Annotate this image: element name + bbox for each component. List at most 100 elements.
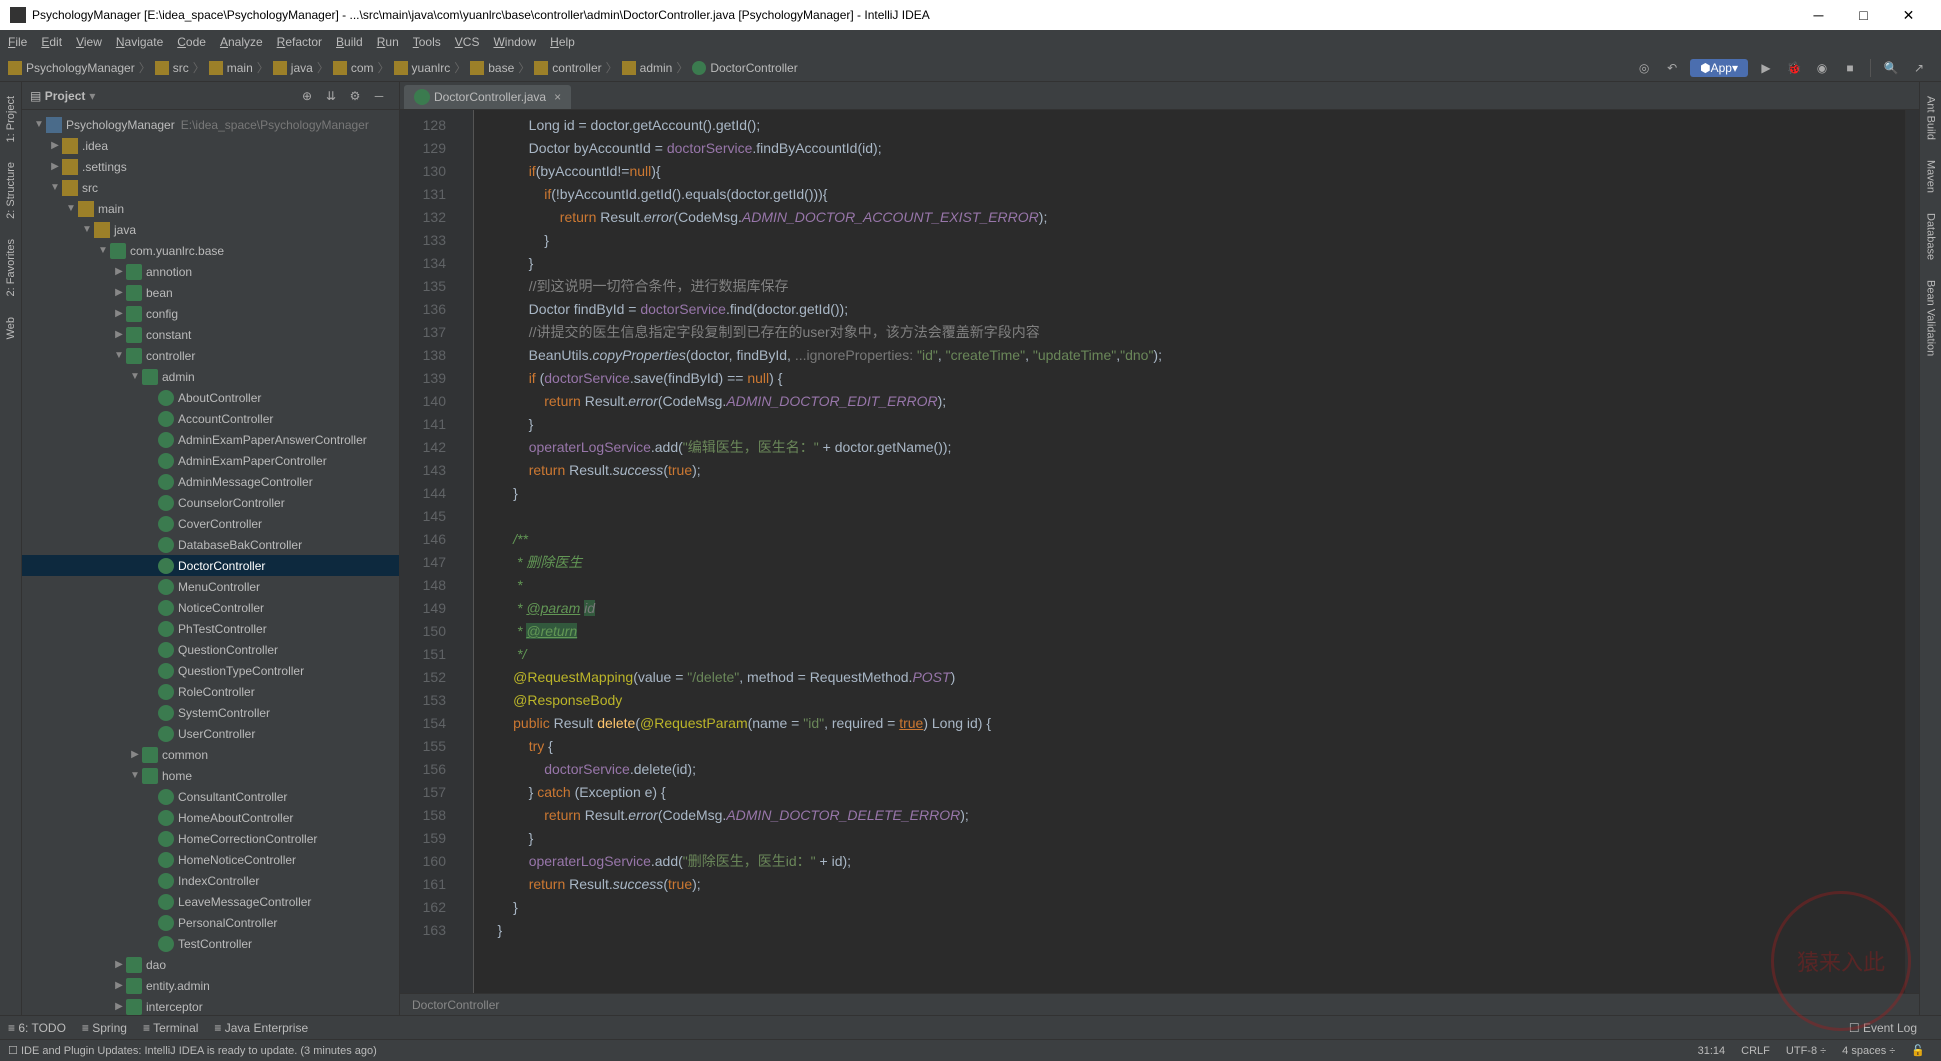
tree-item[interactable]: AdminMessageController xyxy=(22,471,399,492)
menu-code[interactable]: Code xyxy=(177,35,206,49)
breadcrumb-item[interactable]: PsychologyManager xyxy=(26,61,135,75)
menu-edit[interactable]: Edit xyxy=(41,35,62,49)
tool-tab[interactable]: Ant Build xyxy=(1923,86,1939,150)
tree-item[interactable]: ▶config xyxy=(22,303,399,324)
tree-item[interactable]: ▶interceptor xyxy=(22,996,399,1015)
tool-tab[interactable]: 1: Project xyxy=(3,86,19,152)
expand-arrow-icon[interactable]: ▼ xyxy=(32,119,46,130)
bottom-tab[interactable]: ≡ Java Enterprise xyxy=(214,1021,308,1035)
tree-item[interactable]: AccountController xyxy=(22,408,399,429)
tree-item[interactable]: ▶bean xyxy=(22,282,399,303)
close-tab-icon[interactable]: × xyxy=(554,90,561,104)
tree-item[interactable]: MenuController xyxy=(22,576,399,597)
expand-arrow-icon[interactable]: ▶ xyxy=(48,140,62,151)
tree-item[interactable]: HomeCorrectionController xyxy=(22,828,399,849)
tree-item[interactable]: ▼home xyxy=(22,765,399,786)
debug-button[interactable]: 🐞 xyxy=(1782,56,1806,80)
menu-vcs[interactable]: VCS xyxy=(455,35,480,49)
tool-tab[interactable]: Web xyxy=(3,307,19,349)
tree-item[interactable]: ▼main xyxy=(22,198,399,219)
tree-item[interactable]: HomeNoticeController xyxy=(22,849,399,870)
tree-item[interactable]: ▶constant xyxy=(22,324,399,345)
expand-arrow-icon[interactable]: ▶ xyxy=(112,980,126,991)
line-gutter[interactable]: 1281291301311321331341351361371381391401… xyxy=(400,110,460,993)
tree-item[interactable]: PhTestController xyxy=(22,618,399,639)
expand-arrow-icon[interactable]: ▶ xyxy=(128,749,142,760)
compass-icon[interactable]: ◎ xyxy=(1632,56,1656,80)
run-config-selector[interactable]: ⬢ App ▾ xyxy=(1690,59,1748,77)
tree-item[interactable]: ▶dao xyxy=(22,954,399,975)
maximize-button[interactable]: □ xyxy=(1841,0,1886,30)
editor-tab[interactable]: DoctorController.java × xyxy=(404,85,571,109)
tree-item[interactable]: ▶entity.admin xyxy=(22,975,399,996)
tree-item[interactable]: ▼PsychologyManagerE:\idea_space\Psycholo… xyxy=(22,114,399,135)
menu-file[interactable]: File xyxy=(8,35,27,49)
search-icon[interactable]: 🔍 xyxy=(1879,56,1903,80)
expand-arrow-icon[interactable]: ▼ xyxy=(48,182,62,193)
tree-item[interactable]: AdminExamPaperController xyxy=(22,450,399,471)
coverage-button[interactable]: ◉ xyxy=(1810,56,1834,80)
tree-item[interactable]: ▶.idea xyxy=(22,135,399,156)
tree-item[interactable]: UserController xyxy=(22,723,399,744)
expand-arrow-icon[interactable]: ▶ xyxy=(112,287,126,298)
expand-arrow-icon[interactable]: ▼ xyxy=(112,350,126,361)
tree-item[interactable]: CoverController xyxy=(22,513,399,534)
bottom-tab[interactable]: ≡ Spring xyxy=(82,1021,127,1035)
collapse-all-icon[interactable]: ⇊ xyxy=(321,86,341,106)
tree-item[interactable]: IndexController xyxy=(22,870,399,891)
tree-item[interactable]: ▶.settings xyxy=(22,156,399,177)
menu-view[interactable]: View xyxy=(76,35,102,49)
breadcrumb-item[interactable]: DoctorController xyxy=(710,61,797,75)
bottom-tab[interactable]: ≡ Terminal xyxy=(143,1021,198,1035)
expand-arrow-icon[interactable]: ▼ xyxy=(96,245,110,256)
breadcrumb-item[interactable]: src xyxy=(173,61,189,75)
menu-window[interactable]: Window xyxy=(493,35,536,49)
tree-item[interactable]: HomeAboutController xyxy=(22,807,399,828)
line-separator[interactable]: CRLF xyxy=(1741,1045,1770,1057)
fold-column[interactable] xyxy=(460,110,474,993)
tree-item[interactable]: ▼com.yuanlrc.base xyxy=(22,240,399,261)
breadcrumb-item[interactable]: base xyxy=(488,61,514,75)
stop-button[interactable]: ■ xyxy=(1838,56,1862,80)
tree-item[interactable]: ▼src xyxy=(22,177,399,198)
caret-position[interactable]: 31:14 xyxy=(1698,1045,1726,1057)
tree-item[interactable]: ▼java xyxy=(22,219,399,240)
tree-item[interactable]: PersonalController xyxy=(22,912,399,933)
scroll-from-source-icon[interactable]: ⊕ xyxy=(297,86,317,106)
expand-arrow-icon[interactable]: ▼ xyxy=(128,770,142,781)
tree-item[interactable]: QuestionTypeController xyxy=(22,660,399,681)
breadcrumb-item[interactable]: main xyxy=(227,61,253,75)
expand-arrow-icon[interactable]: ▶ xyxy=(112,959,126,970)
breadcrumbs[interactable]: PsychologyManager〉src〉main〉java〉com〉yuan… xyxy=(8,59,798,76)
expand-arrow-icon[interactable]: ▼ xyxy=(128,371,142,382)
indent-setting[interactable]: 4 spaces ÷ xyxy=(1842,1045,1895,1057)
editor-breadcrumb[interactable]: DoctorController xyxy=(400,993,1919,1015)
tool-tab[interactable]: 2: Structure xyxy=(3,152,19,229)
project-title[interactable]: Project xyxy=(45,89,86,103)
project-tree[interactable]: ▼PsychologyManagerE:\idea_space\Psycholo… xyxy=(22,110,399,1015)
tree-item[interactable]: ▶annotion xyxy=(22,261,399,282)
menu-navigate[interactable]: Navigate xyxy=(116,35,163,49)
breadcrumb-item[interactable]: controller xyxy=(552,61,601,75)
dropdown-icon[interactable]: ▾ xyxy=(89,89,95,103)
expand-arrow-icon[interactable]: ▶ xyxy=(112,1001,126,1012)
tree-item[interactable]: TestController xyxy=(22,933,399,954)
tree-item[interactable]: LeaveMessageController xyxy=(22,891,399,912)
bottom-tab[interactable]: ≡ 6: TODO xyxy=(8,1021,66,1035)
expand-arrow-icon[interactable]: ▼ xyxy=(80,224,94,235)
tree-item[interactable]: QuestionController xyxy=(22,639,399,660)
menu-help[interactable]: Help xyxy=(550,35,575,49)
tool-tab[interactable]: Maven xyxy=(1923,150,1939,203)
menu-analyze[interactable]: Analyze xyxy=(220,35,263,49)
back-icon[interactable]: ↶ xyxy=(1660,56,1684,80)
tree-item[interactable]: DoctorController xyxy=(22,555,399,576)
tree-item[interactable]: SystemController xyxy=(22,702,399,723)
hide-icon[interactable]: ─ xyxy=(369,86,389,106)
readonly-lock-icon[interactable]: 🔓 xyxy=(1911,1044,1925,1057)
breadcrumb-item[interactable]: admin xyxy=(640,61,673,75)
code-area[interactable]: Long id = doctor.getAccount().getId(); D… xyxy=(474,110,1905,993)
tree-item[interactable]: RoleController xyxy=(22,681,399,702)
expand-arrow-icon[interactable]: ▶ xyxy=(112,266,126,277)
run-button[interactable]: ▶ xyxy=(1754,56,1778,80)
expand-arrow-icon[interactable]: ▶ xyxy=(112,329,126,340)
